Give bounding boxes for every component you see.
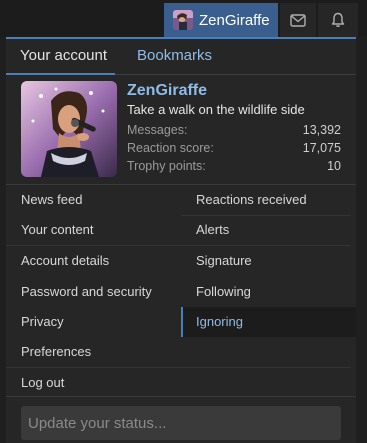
menu-log-out[interactable]: Log out — [21, 368, 181, 398]
stat-label: Reaction score: — [127, 141, 214, 155]
avatar[interactable] — [21, 81, 117, 177]
envelope-icon — [290, 13, 306, 27]
stat-label: Trophy points: — [127, 159, 206, 173]
stat-value: 13,392 — [302, 123, 341, 137]
profile-tagline: Take a walk on the wildlife side — [127, 102, 305, 117]
account-tabs: Your account Bookmarks — [6, 39, 356, 75]
menu-password-and-security[interactable]: Password and security — [21, 277, 181, 307]
stat-label: Messages: — [127, 123, 188, 137]
account-menu: News feed Reactions received Your conten… — [6, 184, 356, 390]
menu-account-details[interactable]: Account details — [21, 246, 181, 276]
user-account-tab[interactable]: ZenGiraffe — [164, 3, 278, 37]
menu-reactions-received[interactable]: Reactions received — [181, 185, 356, 215]
avatar-small — [173, 10, 193, 30]
tab-bookmarks[interactable]: Bookmarks — [137, 47, 212, 64]
alerts-button[interactable] — [318, 3, 358, 37]
top-navigation-bar: ZenGiraffe — [0, 0, 367, 37]
topbar-username: ZenGiraffe — [199, 11, 270, 29]
menu-privacy[interactable]: Privacy — [21, 307, 181, 337]
stat-messages: Messages: 13,392 — [127, 123, 341, 137]
inbox-button[interactable] — [280, 3, 316, 37]
status-input[interactable] — [21, 406, 341, 440]
profile-username[interactable]: ZenGiraffe — [127, 82, 207, 100]
bell-icon — [331, 12, 345, 28]
menu-your-content[interactable]: Your content — [21, 215, 181, 245]
menu-following[interactable]: Following — [181, 277, 356, 307]
menu-news-feed[interactable]: News feed — [21, 185, 181, 215]
menu-preferences[interactable]: Preferences — [21, 337, 181, 367]
menu-alerts[interactable]: Alerts — [181, 215, 356, 245]
stat-reaction-score: Reaction score: 17,075 — [127, 141, 341, 155]
menu-ignoring[interactable]: Ignoring — [181, 307, 356, 337]
profile-summary: ZenGiraffe Take a walk on the wildlife s… — [6, 75, 356, 182]
stat-trophy-points: Trophy points: 10 — [127, 159, 341, 173]
tab-your-account[interactable]: Your account — [20, 47, 107, 64]
account-dropdown-panel: Your account Bookmarks ZenGiraffe Take a… — [6, 37, 356, 443]
stat-value: 10 — [327, 159, 341, 173]
status-update-area — [6, 396, 356, 440]
stat-value: 17,075 — [302, 141, 341, 155]
menu-signature[interactable]: Signature — [181, 246, 356, 276]
